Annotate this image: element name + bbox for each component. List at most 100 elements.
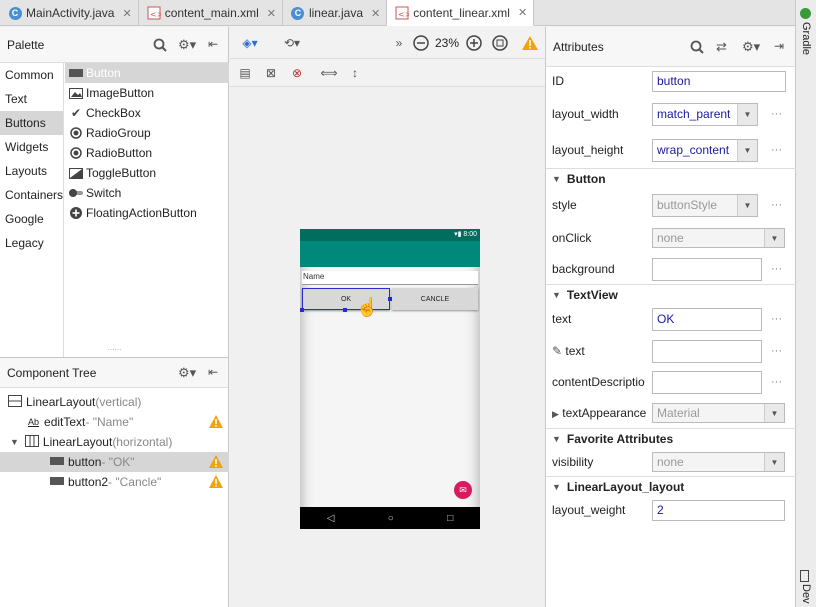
- home-icon[interactable]: ○: [388, 513, 394, 524]
- gear-icon[interactable]: ⚙▾: [742, 39, 760, 55]
- tab-linear-java[interactable]: C linear.java ✕: [283, 0, 388, 26]
- zoom-out-icon[interactable]: [410, 32, 432, 54]
- attr-style-select[interactable]: buttonStyle ▼: [652, 193, 758, 217]
- palette-category-legacy[interactable]: Legacy: [0, 231, 63, 255]
- attr-layout-weight-input[interactable]: 2: [652, 499, 785, 521]
- resize-handle[interactable]: [343, 308, 347, 312]
- attr-layout-width-label: layout_width: [552, 107, 619, 121]
- palette-items: Button ImageButton ✔ CheckBox RadioGroup …: [65, 63, 229, 223]
- gradle-tool-button[interactable]: Gradle: [800, 8, 812, 55]
- tab-label: content_main.xml: [164, 6, 259, 20]
- show-design-icon[interactable]: ▤: [234, 62, 256, 84]
- device-tool-button[interactable]: Dev: [800, 570, 812, 604]
- palette-category-common[interactable]: Common: [0, 63, 63, 87]
- attr-text-appearance-select[interactable]: Material ▼: [652, 403, 785, 423]
- chevron-down-icon[interactable]: ▼: [10, 437, 19, 447]
- chevron-down-icon[interactable]: ▼: [737, 139, 757, 161]
- more-icon[interactable]: ···: [771, 313, 782, 325]
- palette-category-buttons[interactable]: Buttons: [0, 111, 63, 135]
- gear-icon[interactable]: ⚙▾: [178, 365, 196, 381]
- warning-icon[interactable]: [209, 455, 223, 468]
- hide-panel-icon[interactable]: ⇥: [774, 39, 784, 53]
- close-icon[interactable]: ✕: [518, 6, 527, 19]
- palette-item-imagebutton[interactable]: ImageButton: [65, 83, 229, 103]
- hide-panel-icon[interactable]: ⇤: [208, 37, 218, 51]
- swap-view-icon[interactable]: ⇄: [716, 39, 727, 55]
- tree-node-edittext[interactable]: Ab editText - "Name": [0, 412, 229, 432]
- chevron-down-icon[interactable]: ▼: [737, 103, 757, 125]
- more-icon[interactable]: ···: [771, 345, 782, 357]
- tab-mainactivity-java[interactable]: C MainActivity.java ✕: [0, 0, 139, 26]
- palette-item-switch[interactable]: Switch: [65, 183, 229, 203]
- attr-visibility-select[interactable]: none ▼: [652, 452, 785, 472]
- close-icon[interactable]: ✕: [371, 7, 380, 20]
- layers-icon[interactable]: ◈▾: [234, 32, 266, 54]
- palette-item-togglebutton[interactable]: ToggleButton: [65, 163, 229, 183]
- warning-icon[interactable]: [209, 475, 223, 488]
- close-icon[interactable]: ✕: [122, 7, 131, 20]
- autoconnect-icon[interactable]: ⊠: [260, 62, 282, 84]
- back-icon[interactable]: ◁: [327, 513, 335, 524]
- close-icon[interactable]: ✕: [267, 7, 276, 20]
- palette-category-google[interactable]: Google: [0, 207, 63, 231]
- chevron-right-icon[interactable]: ▶: [552, 409, 559, 419]
- hide-panel-icon[interactable]: ⇤: [208, 365, 218, 379]
- orientation-icon[interactable]: ⟲▾: [276, 32, 308, 54]
- more-icon[interactable]: ···: [771, 263, 782, 275]
- more-icon[interactable]: ···: [771, 376, 782, 388]
- chevron-down-icon[interactable]: ▼: [764, 453, 784, 471]
- fab-preview[interactable]: ✉: [454, 481, 472, 499]
- palette-item-floatingactionbutton[interactable]: FloatingActionButton: [65, 203, 229, 223]
- attr-onclick-select[interactable]: none ▼: [652, 228, 785, 248]
- zoom-in-icon[interactable]: [463, 32, 485, 54]
- palette-item-checkbox[interactable]: ✔ CheckBox: [65, 103, 229, 123]
- tree-node-linearlayout-horizontal[interactable]: ▼ LinearLayout (horizontal): [0, 432, 229, 452]
- tab-content-main-xml[interactable]: <> content_main.xml ✕: [139, 0, 283, 26]
- search-icon[interactable]: [690, 40, 704, 57]
- palette-category-text[interactable]: Text: [0, 87, 63, 111]
- palette-item-button[interactable]: Button: [65, 63, 229, 83]
- chevron-down-icon[interactable]: ▼: [764, 404, 784, 422]
- section-favorite-attributes[interactable]: ▼ Favorite Attributes: [546, 428, 796, 448]
- palette-category-containers[interactable]: Containers: [0, 183, 63, 207]
- svg-text:<>: <>: [398, 10, 409, 19]
- chevron-down-icon[interactable]: ▼: [764, 229, 784, 247]
- resize-handle[interactable]: [300, 308, 304, 312]
- tree-node-button2[interactable]: button2- "Cancle": [0, 472, 229, 492]
- section-button[interactable]: ▼ Button: [546, 168, 796, 188]
- attr-id-input[interactable]: button: [652, 70, 786, 92]
- palette-category-widgets[interactable]: Widgets: [0, 135, 63, 159]
- palette-category-layouts[interactable]: Layouts: [0, 159, 63, 183]
- attr-text-tools-label: ✎ text: [552, 344, 650, 358]
- attr-background-input[interactable]: [652, 257, 762, 281]
- zoom-fit-icon[interactable]: [489, 32, 511, 54]
- palette-item-radiobutton[interactable]: RadioButton: [65, 143, 229, 163]
- tab-content-linear-xml[interactable]: <> content_linear.xml ✕: [387, 0, 535, 26]
- palette-item-radiogroup[interactable]: RadioGroup: [65, 123, 229, 143]
- expand-vertical-icon[interactable]: ↕: [344, 62, 366, 84]
- attr-layout-height-select[interactable]: wrap_content ▼: [652, 138, 758, 162]
- warning-icon[interactable]: [519, 32, 541, 54]
- attr-layout-width-select[interactable]: match_parent ▼: [652, 102, 758, 126]
- warning-icon[interactable]: [209, 415, 223, 428]
- tree-node-button[interactable]: button - "OK": [0, 452, 229, 472]
- tree-node-linearlayout-vertical[interactable]: LinearLayout (vertical): [0, 392, 229, 412]
- cancel-button-preview[interactable]: CANCLE: [392, 288, 478, 310]
- attr-text-input[interactable]: OK: [652, 307, 762, 331]
- expand-horizontal-icon[interactable]: ⟺: [318, 62, 340, 84]
- overflow-chevron-icon[interactable]: »: [388, 32, 410, 54]
- chevron-down-icon[interactable]: ▼: [737, 194, 757, 216]
- attr-content-description-input[interactable]: [652, 370, 762, 394]
- more-icon[interactable]: ···: [771, 108, 782, 120]
- more-icon[interactable]: ···: [771, 144, 782, 156]
- section-textview[interactable]: ▼ TextView: [546, 284, 796, 304]
- attr-text-tools-input[interactable]: [652, 339, 762, 363]
- recents-icon[interactable]: □: [447, 513, 453, 524]
- gear-icon[interactable]: ⚙▾: [178, 37, 196, 53]
- section-linearlayout-layout[interactable]: ▼ LinearLayout_layout: [546, 476, 796, 496]
- search-icon[interactable]: [153, 38, 167, 55]
- clear-constraints-icon[interactable]: ⊗: [286, 62, 308, 84]
- splitter-handle[interactable]: ⋯⋯: [0, 347, 229, 355]
- name-edittext-preview[interactable]: Name: [302, 271, 478, 285]
- more-icon[interactable]: ···: [771, 199, 782, 211]
